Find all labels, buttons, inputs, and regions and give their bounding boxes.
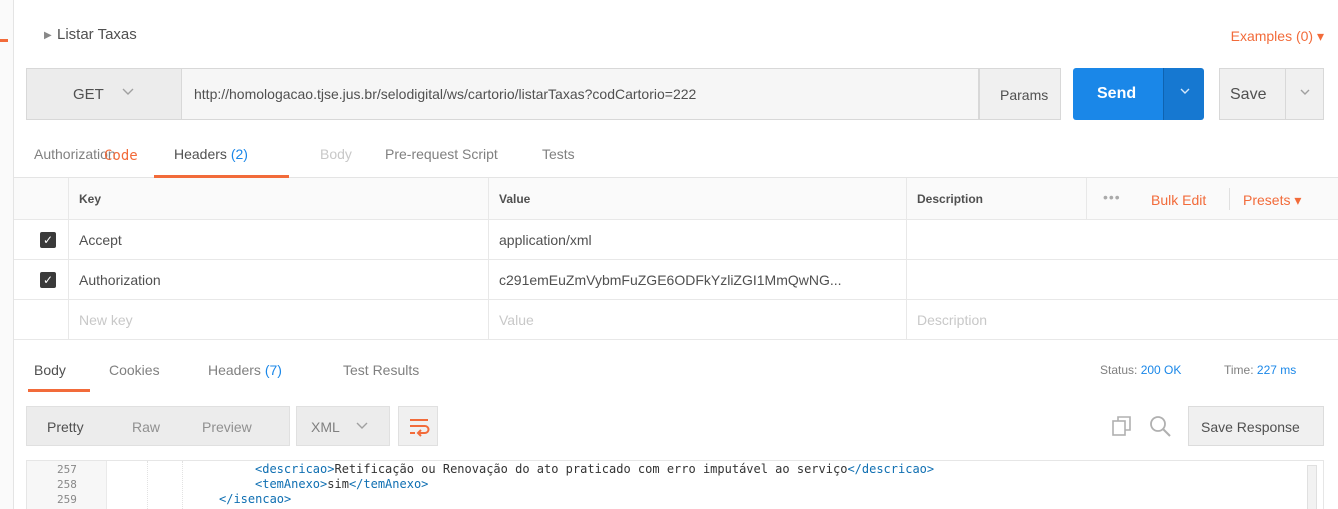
column-description: Description [917,192,984,206]
active-tab-underline [28,389,90,392]
checkbox-checked-icon[interactable]: ✓ [40,272,56,288]
url-input[interactable]: http://homologacao.tjse.jus.br/selodigit… [181,68,979,120]
column-key: Key [79,192,102,206]
new-key-input[interactable]: New key [79,312,133,328]
send-button[interactable]: Send [1073,68,1163,120]
view-pretty[interactable]: Pretty [47,419,84,435]
status-label: Status: [1100,363,1138,377]
active-indicator [0,39,8,42]
examples-dropdown[interactable]: Examples (0) ▾ [1231,28,1324,45]
tab-response-headers[interactable]: Headers (7) [208,362,282,378]
table-row: ✓ Authorization c291emEuZmVybmFuZGE6ODFk… [14,260,1338,300]
bulk-edit-button[interactable]: Bulk Edit [1151,192,1206,208]
send-label: Send [1097,85,1137,102]
code-line: </isencao> [219,492,292,506]
request-tabs: Authorization Headers (2) Body Pre-reque… [14,130,1338,178]
search-icon[interactable] [1148,414,1172,438]
status-value: 200 OK [1140,363,1182,377]
request-title-bar: ▶ Listar Taxas Examples (0) ▾ [14,0,1338,64]
headers-table: Key Value Description ••• Bulk Edit Pres… [14,178,1338,340]
chevron-down-icon [1298,85,1312,102]
new-description-input[interactable]: Description [917,312,987,328]
save-label: Save [1230,86,1267,103]
time-label: Time: [1224,363,1254,377]
table-row: ✓ Accept application/xml [14,220,1338,260]
checkbox-checked-icon[interactable]: ✓ [40,232,56,248]
text-wrap-icon [410,419,430,437]
tab-response-headers-label: Headers [208,362,261,378]
new-value-input[interactable]: Value [499,312,534,328]
response-status: Status: 200 OK [1100,363,1181,377]
chevron-down-icon [121,84,135,101]
method-label: GET [73,86,104,103]
format-select[interactable]: XML [296,406,390,446]
line-number: 258 [57,478,77,491]
view-preview[interactable]: Preview [202,419,252,435]
tab-test-results[interactable]: Test Results [343,362,419,378]
header-description[interactable] [906,220,1086,259]
save-button[interactable]: Save [1219,68,1286,120]
header-value[interactable]: c291emEuZmVybmFuZGE6ODFkYzliZGI1MmQwNG..… [499,272,842,288]
save-options-button[interactable] [1286,68,1324,120]
copy-icon[interactable] [1112,416,1132,436]
presets-dropdown[interactable]: Presets ▾ [1243,192,1301,209]
header-key[interactable]: Authorization [79,272,161,288]
view-raw[interactable]: Raw [132,419,160,435]
code-line: <descricao>Retificação ou Renovação do a… [255,462,935,476]
save-response-label: Save Response [1201,419,1300,435]
response-tabs: Body Cookies Headers (7) Test Results St… [14,350,1338,394]
response-time: Time: 227 ms [1224,363,1296,377]
table-header-row: Key Value Description ••• Bulk Edit Pres… [14,178,1338,220]
chevron-down-icon [355,418,369,435]
header-value[interactable]: application/xml [499,232,592,248]
params-label: Params [1000,87,1049,103]
tab-response-headers-count: (7) [264,362,282,378]
line-number: 257 [57,463,77,476]
save-response-button[interactable]: Save Response [1188,406,1324,446]
params-button[interactable]: Params [979,68,1061,120]
tab-cookies[interactable]: Cookies [109,362,160,378]
sidebar-edge [0,0,14,509]
tab-response-body[interactable]: Body [34,362,66,378]
text-wrap-button[interactable] [398,406,438,446]
chevron-down-icon [1178,84,1192,101]
header-key[interactable]: Accept [79,232,122,248]
line-gutter: 257 258 259 [27,461,107,509]
divider [1229,188,1230,210]
method-select[interactable]: GET [26,68,181,120]
response-body-editor[interactable]: 257 258 259 <descricao>Retificação ou Re… [26,460,1324,509]
column-value: Value [499,192,531,206]
code-line: <temAnexo>sim</temAnexo> [255,477,429,491]
more-options-icon[interactable]: ••• [1103,189,1121,205]
collapse-caret-icon[interactable]: ▶ [44,30,52,41]
view-mode-group: Pretty Raw Preview [26,406,290,446]
send-options-button[interactable] [1163,68,1204,120]
line-number: 259 [57,493,77,506]
vertical-scrollbar[interactable] [1307,465,1317,509]
time-value: 227 ms [1256,363,1297,377]
table-row-new: New key Value Description [14,300,1338,340]
url-text: http://homologacao.tjse.jus.br/selodigit… [194,86,697,102]
header-description[interactable] [906,260,1086,299]
format-label: XML [311,419,340,435]
code-link[interactable]: Code [104,148,1324,164]
request-name[interactable]: Listar Taxas [57,26,137,43]
